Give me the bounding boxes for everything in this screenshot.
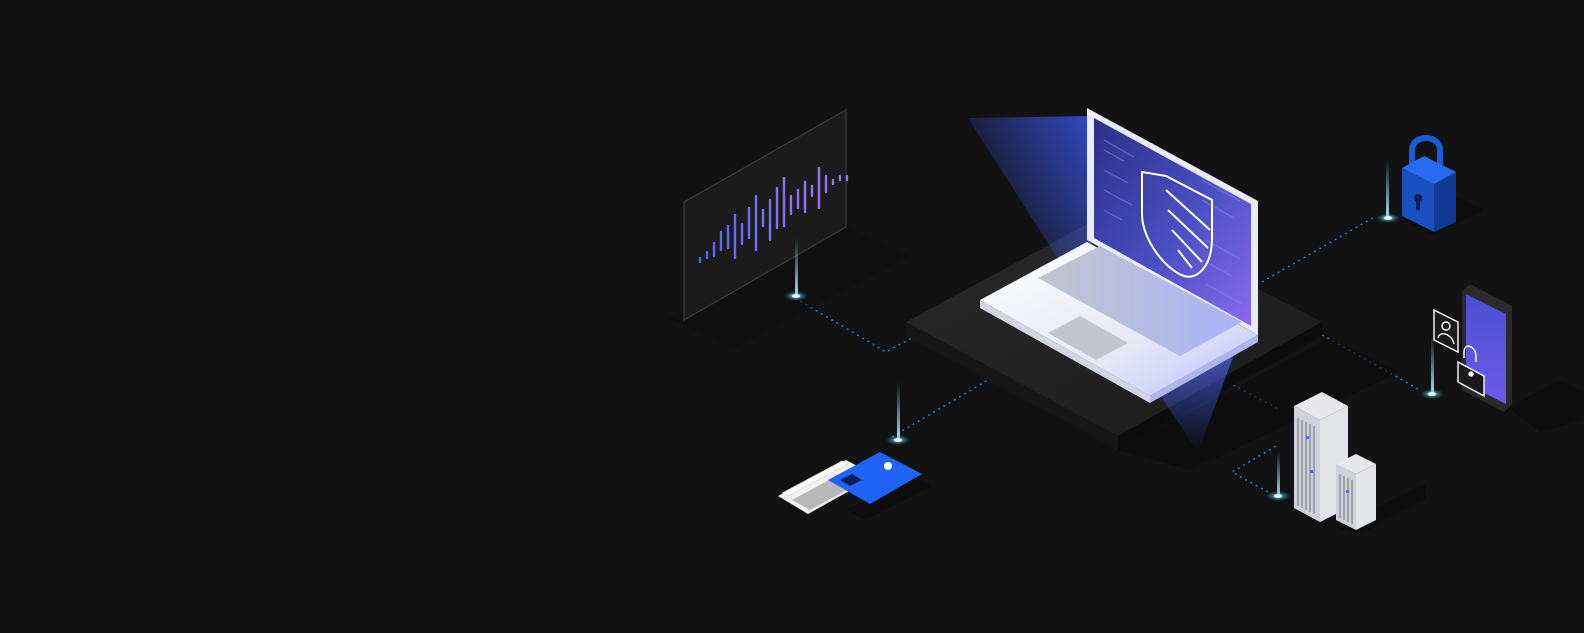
security-illustration bbox=[668, 108, 1584, 534]
credit-card-icon bbox=[778, 452, 932, 520]
mobile-device bbox=[1433, 284, 1584, 432]
server-icon bbox=[1294, 392, 1426, 534]
audio-waveform-panel bbox=[668, 108, 910, 348]
lock-icon bbox=[1402, 135, 1484, 236]
